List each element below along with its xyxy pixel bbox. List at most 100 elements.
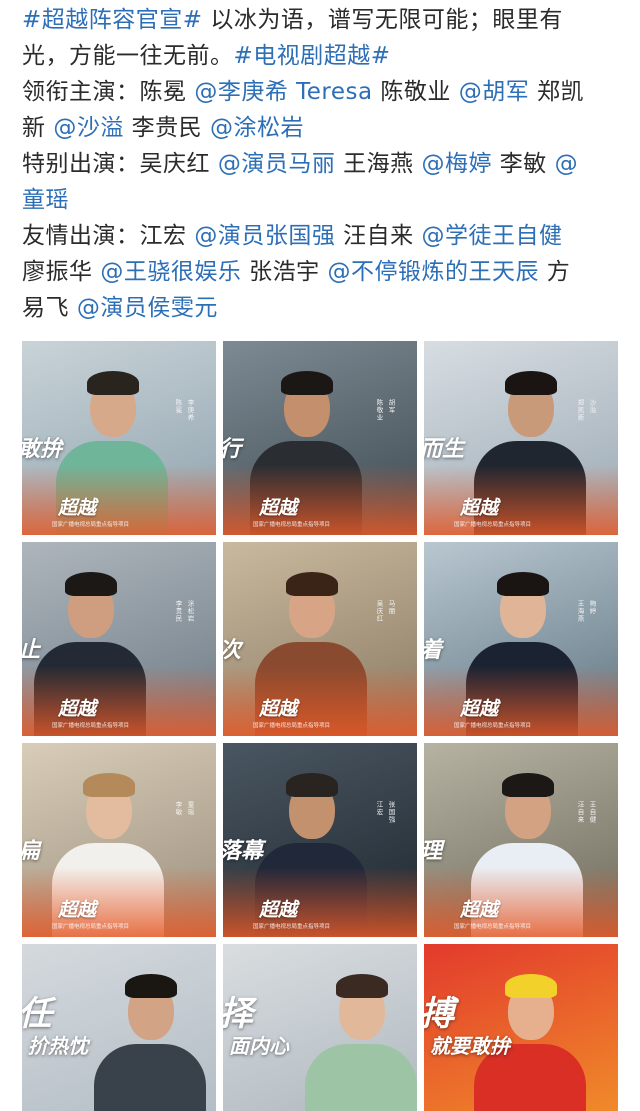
- mention-link[interactable]: @演员马丽: [218, 151, 336, 177]
- poster-figure-hair: [286, 773, 338, 797]
- poster-tagline: 国家广播电视总局重点指导项目: [454, 924, 532, 930]
- poster-cast-name: 李庚希: [186, 399, 194, 422]
- poster-tagline: 国家广播电视总局重点指导项目: [454, 522, 532, 528]
- poster-image-8[interactable]: 落幕 张国强 江宏 超越 国家广播电视总局重点指导项目: [223, 743, 417, 937]
- poster-image-7[interactable]: 扁 童瑶李敏超越国家广播电视总局重点指导项目: [22, 743, 216, 937]
- post-line: 友情出演：江宏 @演员张国强 汪自来 @学徒王自健: [22, 218, 622, 254]
- poster-slogan-sub: 扴热忱: [28, 1034, 88, 1058]
- post-line: 领衔主演：陈冕 @李庚希 Teresa 陈敬业 @胡军 郑凯: [22, 74, 622, 110]
- poster-cast-name: 王自健: [588, 801, 596, 824]
- poster-figure-hair: [125, 974, 177, 998]
- poster-image-2[interactable]: 行 胡军陈敬业超越国家广播电视总局重点指导项目: [223, 341, 417, 535]
- post-text-segment: 光，方能一往无前。: [22, 43, 234, 69]
- post-line: #超越阵容官宣# 以冰为语，谱写无限可能；眼里有: [22, 2, 622, 38]
- poster-figure-hair: [87, 371, 139, 395]
- poster-slogan: 理: [424, 833, 442, 865]
- poster-image-9[interactable]: 理 王自健汪自来超越国家广播电视总局重点指导项目: [424, 743, 618, 937]
- poster-figure-hair: [505, 371, 557, 395]
- poster-tagline: 国家广播电视总局重点指导项目: [253, 924, 331, 930]
- post-line: 光，方能一往无前。#电视剧超越#: [22, 38, 622, 74]
- poster-tagline: 国家广播电视总局重点指导项目: [253, 723, 331, 729]
- poster-cast-name: 童瑶: [186, 801, 194, 816]
- poster-cast-name: 陈敬业: [375, 399, 383, 422]
- mention-link[interactable]: @学徒王自健: [421, 223, 562, 249]
- poster-figure-hair: [336, 974, 388, 998]
- poster-grid: 敢拚李庚希陈冕超越国家广播电视总局重点指导项目行胡军陈敬业超越国家广播电视总局重…: [22, 341, 618, 1111]
- post-line: 童瑶: [22, 182, 622, 218]
- poster-cast-name: 江宏: [375, 801, 383, 816]
- poster-logo: 超越: [259, 698, 298, 720]
- poster-figure-hair: [502, 773, 554, 797]
- poster-cast-name: 汪自来: [576, 801, 584, 824]
- mention-link[interactable]: @涂松岩: [210, 115, 304, 141]
- mention-link[interactable]: 童瑶: [22, 187, 69, 213]
- poster-tagline: 国家广播电视总局重点指导项目: [52, 723, 130, 729]
- poster-slogan: 搏: [424, 986, 454, 1035]
- poster-slogan-sub: 面内心: [229, 1034, 289, 1058]
- poster-logo: 超越: [58, 899, 97, 921]
- poster-image-4[interactable]: 止 涂松岩李贵民超越国家广播电视总局重点指导项目: [22, 542, 216, 736]
- poster-cast-name: 沙溢: [588, 399, 596, 414]
- poster-image-12[interactable]: 搏就要敢拚: [424, 944, 618, 1111]
- mention-link[interactable]: @梅婷: [421, 151, 492, 177]
- post-line: 易飞 @演员侯雯元: [22, 290, 622, 326]
- poster-image-6[interactable]: 着 梅婷王海燕超越国家广播电视总局重点指导项目: [424, 542, 618, 736]
- poster-cast-name: 陈冕: [174, 399, 182, 414]
- hashtag-link[interactable]: #电视剧超越#: [234, 43, 391, 69]
- poster-figure-hair: [497, 572, 549, 596]
- poster-slogan: 着: [424, 632, 442, 664]
- poster-figure-hair: [286, 572, 338, 596]
- mention-link[interactable]: @不停锻炼的王天辰: [327, 259, 539, 285]
- poster-image-5[interactable]: 次 马丽吴庆红超越国家广播电视总局重点指导项目: [223, 542, 417, 736]
- post-line: 新 @沙溢 李贵民 @涂松岩: [22, 110, 622, 146]
- post-text-segment: 廖振华: [22, 259, 101, 285]
- poster-image-3[interactable]: 而生 沙溢 郑凯新 超越 国家广播电视总局重点指导项目: [424, 341, 618, 535]
- poster-logo: 超越: [460, 497, 499, 519]
- mention-link[interactable]: @沙溢: [53, 115, 124, 141]
- post-text-segment: 郑凯: [529, 79, 585, 105]
- poster-slogan: 止: [22, 632, 40, 664]
- poster-cast-name: 胡军: [387, 399, 395, 414]
- poster-image-11[interactable]: 择面内心: [223, 944, 417, 1111]
- post-text-segment: 李敏: [491, 151, 555, 177]
- poster-logo: 超越: [58, 698, 97, 720]
- poster-figure-hair: [83, 773, 135, 797]
- poster-image-1[interactable]: 敢拚 李庚希 陈冕超越国家广播电视总局重点指导项目: [22, 341, 216, 535]
- poster-image-10[interactable]: 任扴热忱: [22, 944, 216, 1111]
- poster-tagline: 国家广播电视总局重点指导项目: [52, 924, 130, 930]
- post-text-segment: 领衔主演：陈冕: [22, 79, 195, 105]
- post-text-segment: 王海燕: [335, 151, 422, 177]
- poster-figure-body: [94, 1044, 206, 1111]
- poster-figure-hair: [281, 371, 333, 395]
- poster-slogan: 行: [223, 431, 241, 463]
- poster-figure-hair: [505, 974, 557, 998]
- post-text-segment: 以冰为语，谱写无限可能；眼里有: [202, 7, 563, 33]
- post-text-segment: 张浩宇: [241, 259, 328, 285]
- poster-figure-body: [305, 1044, 417, 1111]
- poster-logo: 超越: [460, 698, 499, 720]
- poster-slogan-sub: 就要敢拚: [430, 1034, 510, 1058]
- poster-slogan: 而生: [424, 436, 465, 462]
- poster-logo: 超越: [259, 899, 298, 921]
- poster-cast-name: 李贵民: [174, 600, 182, 623]
- hashtag-link[interactable]: #超越阵容官宣#: [22, 7, 203, 33]
- poster-cast-name: 梅婷: [588, 600, 596, 615]
- poster-logo: 超越: [58, 497, 97, 519]
- post-text-segment: 友情出演：江宏: [22, 223, 195, 249]
- poster-cast-name: 王海燕: [576, 600, 584, 623]
- mention-link[interactable]: @演员张国强: [194, 223, 335, 249]
- post-text-segment: 新: [22, 115, 54, 141]
- poster-slogan: 敢拚: [22, 436, 63, 462]
- post-text-segment: 李贵民: [123, 115, 210, 141]
- poster-slogan: 任: [22, 986, 52, 1035]
- mention-link[interactable]: @胡军: [459, 79, 530, 105]
- poster-tagline: 国家广播电视总局重点指导项目: [52, 522, 130, 528]
- post-text-segment: 特别出演：吴庆红: [22, 151, 218, 177]
- mention-link[interactable]: @王骁很娱乐: [100, 259, 241, 285]
- mention-link[interactable]: @: [555, 151, 579, 177]
- post-text-segment: 易飞: [22, 295, 77, 321]
- poster-cast-name: 吴庆红: [375, 600, 383, 623]
- mention-link[interactable]: @李庚希 Teresa: [194, 79, 372, 105]
- poster-cast-name: 李敏: [174, 801, 182, 816]
- mention-link[interactable]: @演员侯雯元: [77, 295, 218, 321]
